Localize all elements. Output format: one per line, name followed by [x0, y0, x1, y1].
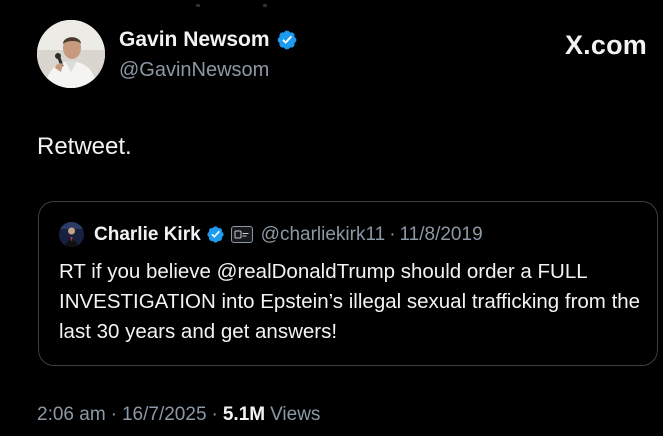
tweet-meta: 2:06 am · 16/7/2025 · 5.1M Views [37, 404, 320, 426]
quoted-author-avatar[interactable] [59, 222, 84, 247]
separator-dot: · [110, 404, 117, 425]
author-name-row[interactable]: Gavin Newsom [119, 28, 298, 52]
avatar-photo [37, 20, 105, 88]
affiliate-badge-icon[interactable] [230, 226, 253, 243]
verified-badge-icon [277, 30, 296, 50]
quoted-tweet-header: Charlie Kirk @charliekirk11 · 11/8/2019 [59, 222, 483, 247]
quoted-tweet-text: RT if you believe @realDonaldTrump shoul… [59, 260, 641, 343]
quoted-tweet-date[interactable]: 11/8/2019 [400, 224, 483, 246]
tweet-date[interactable]: 16/7/2025 [122, 404, 207, 426]
author-handle[interactable]: @GavinNewsom [119, 59, 269, 82]
tweet-card[interactable]: Gavin Newsom @GavinNewsom X.com Retweet.… [0, 0, 663, 436]
tweet-text: Retweet. [37, 133, 132, 160]
separator-dot: · [389, 223, 396, 245]
verified-badge-icon [207, 226, 224, 243]
quoted-avatar-photo [59, 222, 84, 247]
quoted-tweet[interactable]: Charlie Kirk @charliekirk11 · 11/8/2019 … [38, 201, 658, 366]
author-name[interactable]: Gavin Newsom [119, 28, 270, 52]
top-edge-dots [196, 4, 276, 7]
tweet-time[interactable]: 2:06 am [37, 404, 106, 426]
separator-dot: · [211, 404, 218, 425]
views-label: Views [270, 404, 321, 425]
quoted-author-handle[interactable]: @charliekirk11 [261, 224, 386, 246]
quoted-author-name[interactable]: Charlie Kirk [94, 224, 201, 246]
views-count[interactable]: 5.1M [223, 404, 265, 426]
x-logo-icon: X.com [564, 30, 647, 60]
author-avatar[interactable] [37, 20, 105, 88]
